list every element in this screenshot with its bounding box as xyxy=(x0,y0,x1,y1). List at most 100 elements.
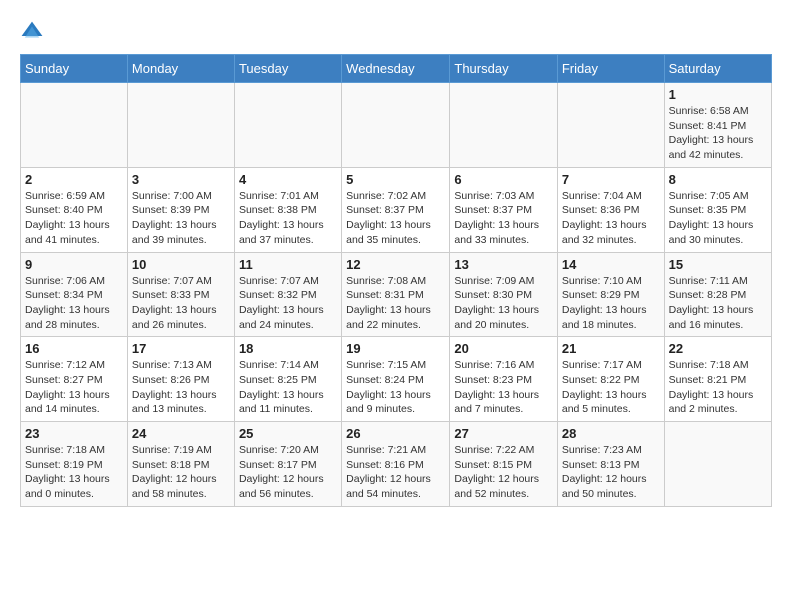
calendar-cell: 18 Sunrise: 7:14 AM Sunset: 8:25 PM Dayli… xyxy=(234,337,341,422)
calendar-cell: 10Sunrise: 7:07 AM Sunset: 8:33 PM Dayli… xyxy=(127,252,234,337)
day-number: 14 xyxy=(562,257,660,272)
day-number: 12 xyxy=(346,257,445,272)
day-info: Sunrise: 7:05 AM Sunset: 8:35 PM Dayligh… xyxy=(669,189,767,248)
calendar-cell: 2 Sunrise: 6:59 AM Sunset: 8:40 PM Daylig… xyxy=(21,167,128,252)
day-info: Sunrise: 7:02 AM Sunset: 8:37 PM Dayligh… xyxy=(346,189,445,248)
calendar-cell: 12 Sunrise: 7:08 AM Sunset: 8:31 PM Dayli… xyxy=(342,252,450,337)
day-info: Sunrise: 6:58 AM Sunset: 8:41 PM Dayligh… xyxy=(669,104,767,163)
day-info: Sunrise: 7:07 AM Sunset: 8:32 PM Dayligh… xyxy=(239,274,337,333)
calendar-cell xyxy=(557,83,664,168)
calendar-cell: 14 Sunrise: 7:10 AM Sunset: 8:29 PM Dayli… xyxy=(557,252,664,337)
calendar-cell: 22 Sunrise: 7:18 AM Sunset: 8:21 PM Dayli… xyxy=(664,337,771,422)
calendar-cell: 21 Sunrise: 7:17 AM Sunset: 8:22 PM Dayli… xyxy=(557,337,664,422)
weekday-header-row: SundayMondayTuesdayWednesdayThursdayFrid… xyxy=(21,55,772,83)
day-number: 27 xyxy=(454,426,552,441)
day-number: 10 xyxy=(132,257,230,272)
weekday-header-friday: Friday xyxy=(557,55,664,83)
logo xyxy=(20,20,48,44)
logo-icon xyxy=(20,20,44,44)
day-number: 21 xyxy=(562,341,660,356)
calendar-cell xyxy=(342,83,450,168)
calendar-cell: 25 Sunrise: 7:20 AM Sunset: 8:17 PM Dayli… xyxy=(234,422,341,507)
calendar-cell: 28 Sunrise: 7:23 AM Sunset: 8:13 PM Dayli… xyxy=(557,422,664,507)
day-info: Sunrise: 7:00 AM Sunset: 8:39 PM Dayligh… xyxy=(132,189,230,248)
calendar-cell: 24 Sunrise: 7:19 AM Sunset: 8:18 PM Dayli… xyxy=(127,422,234,507)
calendar-cell: 8 Sunrise: 7:05 AM Sunset: 8:35 PM Daylig… xyxy=(664,167,771,252)
day-info: Sunrise: 7:18 AM Sunset: 8:21 PM Dayligh… xyxy=(669,358,767,417)
calendar-cell: 13Sunrise: 7:09 AM Sunset: 8:30 PM Dayli… xyxy=(450,252,557,337)
weekday-header-wednesday: Wednesday xyxy=(342,55,450,83)
weekday-header-tuesday: Tuesday xyxy=(234,55,341,83)
day-number: 7 xyxy=(562,172,660,187)
day-info: Sunrise: 7:04 AM Sunset: 8:36 PM Dayligh… xyxy=(562,189,660,248)
day-info: Sunrise: 7:11 AM Sunset: 8:28 PM Dayligh… xyxy=(669,274,767,333)
calendar-cell xyxy=(21,83,128,168)
calendar-cell xyxy=(450,83,557,168)
calendar-cell: 5 Sunrise: 7:02 AM Sunset: 8:37 PM Daylig… xyxy=(342,167,450,252)
calendar-week-row: 23Sunrise: 7:18 AM Sunset: 8:19 PM Dayli… xyxy=(21,422,772,507)
day-number: 4 xyxy=(239,172,337,187)
calendar-cell: 17 Sunrise: 7:13 AM Sunset: 8:26 PM Dayli… xyxy=(127,337,234,422)
weekday-header-sunday: Sunday xyxy=(21,55,128,83)
weekday-header-monday: Monday xyxy=(127,55,234,83)
day-info: Sunrise: 7:23 AM Sunset: 8:13 PM Dayligh… xyxy=(562,443,660,502)
day-number: 6 xyxy=(454,172,552,187)
day-number: 8 xyxy=(669,172,767,187)
weekday-header-thursday: Thursday xyxy=(450,55,557,83)
day-number: 9 xyxy=(25,257,123,272)
day-info: Sunrise: 7:06 AM Sunset: 8:34 PM Dayligh… xyxy=(25,274,123,333)
page-header xyxy=(20,20,772,44)
day-info: Sunrise: 7:15 AM Sunset: 8:24 PM Dayligh… xyxy=(346,358,445,417)
day-number: 26 xyxy=(346,426,445,441)
calendar-week-row: 9 Sunrise: 7:06 AM Sunset: 8:34 PM Daylig… xyxy=(21,252,772,337)
day-info: Sunrise: 7:19 AM Sunset: 8:18 PM Dayligh… xyxy=(132,443,230,502)
day-number: 20 xyxy=(454,341,552,356)
day-info: Sunrise: 7:17 AM Sunset: 8:22 PM Dayligh… xyxy=(562,358,660,417)
day-info: Sunrise: 7:14 AM Sunset: 8:25 PM Dayligh… xyxy=(239,358,337,417)
calendar-cell: 19 Sunrise: 7:15 AM Sunset: 8:24 PM Dayli… xyxy=(342,337,450,422)
calendar-cell: 23Sunrise: 7:18 AM Sunset: 8:19 PM Dayli… xyxy=(21,422,128,507)
day-number: 19 xyxy=(346,341,445,356)
day-info: Sunrise: 7:21 AM Sunset: 8:16 PM Dayligh… xyxy=(346,443,445,502)
day-info: Sunrise: 7:13 AM Sunset: 8:26 PM Dayligh… xyxy=(132,358,230,417)
day-info: Sunrise: 7:12 AM Sunset: 8:27 PM Dayligh… xyxy=(25,358,123,417)
day-number: 25 xyxy=(239,426,337,441)
calendar-cell: 15 Sunrise: 7:11 AM Sunset: 8:28 PM Dayli… xyxy=(664,252,771,337)
day-number: 28 xyxy=(562,426,660,441)
day-number: 1 xyxy=(669,87,767,102)
calendar-cell: 26 Sunrise: 7:21 AM Sunset: 8:16 PM Dayli… xyxy=(342,422,450,507)
day-number: 15 xyxy=(669,257,767,272)
calendar-cell xyxy=(127,83,234,168)
calendar-cell: 9 Sunrise: 7:06 AM Sunset: 8:34 PM Daylig… xyxy=(21,252,128,337)
day-info: Sunrise: 7:18 AM Sunset: 8:19 PM Dayligh… xyxy=(25,443,123,502)
day-number: 3 xyxy=(132,172,230,187)
day-number: 2 xyxy=(25,172,123,187)
day-info: Sunrise: 7:01 AM Sunset: 8:38 PM Dayligh… xyxy=(239,189,337,248)
day-number: 13 xyxy=(454,257,552,272)
calendar-cell: 20 Sunrise: 7:16 AM Sunset: 8:23 PM Dayli… xyxy=(450,337,557,422)
calendar-cell: 4 Sunrise: 7:01 AM Sunset: 8:38 PM Daylig… xyxy=(234,167,341,252)
day-info: Sunrise: 7:03 AM Sunset: 8:37 PM Dayligh… xyxy=(454,189,552,248)
calendar-cell: 11 Sunrise: 7:07 AM Sunset: 8:32 PM Dayli… xyxy=(234,252,341,337)
day-number: 18 xyxy=(239,341,337,356)
day-info: Sunrise: 6:59 AM Sunset: 8:40 PM Dayligh… xyxy=(25,189,123,248)
day-info: Sunrise: 7:08 AM Sunset: 8:31 PM Dayligh… xyxy=(346,274,445,333)
calendar-cell: 27Sunrise: 7:22 AM Sunset: 8:15 PM Dayli… xyxy=(450,422,557,507)
calendar-week-row: 16 Sunrise: 7:12 AM Sunset: 8:27 PM Dayli… xyxy=(21,337,772,422)
day-info: Sunrise: 7:20 AM Sunset: 8:17 PM Dayligh… xyxy=(239,443,337,502)
day-number: 22 xyxy=(669,341,767,356)
day-info: Sunrise: 7:10 AM Sunset: 8:29 PM Dayligh… xyxy=(562,274,660,333)
day-number: 24 xyxy=(132,426,230,441)
calendar-cell: 16 Sunrise: 7:12 AM Sunset: 8:27 PM Dayli… xyxy=(21,337,128,422)
calendar-cell: 1 Sunrise: 6:58 AM Sunset: 8:41 PM Daylig… xyxy=(664,83,771,168)
day-info: Sunrise: 7:16 AM Sunset: 8:23 PM Dayligh… xyxy=(454,358,552,417)
calendar-week-row: 2 Sunrise: 6:59 AM Sunset: 8:40 PM Daylig… xyxy=(21,167,772,252)
day-number: 17 xyxy=(132,341,230,356)
day-number: 5 xyxy=(346,172,445,187)
day-number: 16 xyxy=(25,341,123,356)
calendar-week-row: 1 Sunrise: 6:58 AM Sunset: 8:41 PM Daylig… xyxy=(21,83,772,168)
calendar-cell: 3 Sunrise: 7:00 AM Sunset: 8:39 PM Daylig… xyxy=(127,167,234,252)
weekday-header-saturday: Saturday xyxy=(664,55,771,83)
day-number: 11 xyxy=(239,257,337,272)
calendar-cell xyxy=(234,83,341,168)
